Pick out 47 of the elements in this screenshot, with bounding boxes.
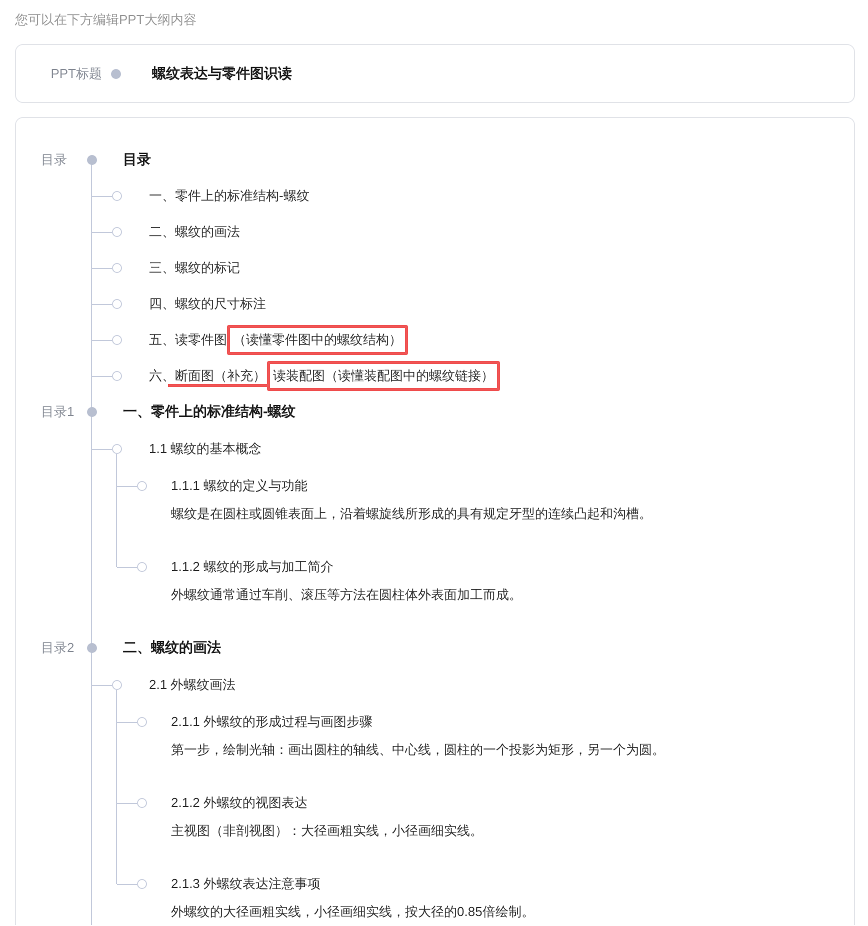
node-circle xyxy=(112,191,122,201)
outline-item: 一、零件上的标准结构-螺纹 xyxy=(149,187,310,205)
outline-item: 三、螺纹的标记 xyxy=(149,259,240,277)
outline-item: 六、 xyxy=(149,367,175,385)
outline-item: 五、读零件图 xyxy=(149,331,227,349)
item-description: 主视图（非剖视图）：大径画粗实线，小径画细实线。 xyxy=(171,822,484,840)
struck-text: 断面图（补充） xyxy=(175,368,266,383)
item-description: 第一步，绘制光轴：画出圆柱的轴线、中心线，圆柱的一个投影为矩形，另一个为圆。 xyxy=(171,741,666,759)
timeline-dot xyxy=(87,155,97,165)
node-circle xyxy=(112,227,122,237)
outline-item: 1.1.2 螺纹的形成与加工简介 xyxy=(171,558,334,576)
outline-item: 1.1 螺纹的基本概念 xyxy=(149,440,262,458)
section-label: 目录2 xyxy=(41,639,76,657)
title-label: PPT标题 xyxy=(50,64,102,82)
item-description: 外螺纹通常通过车削、滚压等方法在圆柱体外表面加工而成。 xyxy=(171,586,523,604)
item-description: 外螺纹的大径画粗实线，小径画细实线，按大径的0.85倍绘制。 xyxy=(171,903,536,921)
item-description: 螺纹是在圆柱或圆锥表面上，沿着螺旋线所形成的具有规定牙型的连续凸起和沟槽。 xyxy=(171,505,653,523)
node-circle xyxy=(137,879,147,889)
section-label: 目录 xyxy=(41,151,68,169)
node-circle xyxy=(112,299,122,309)
title-text: 螺纹表达与零件图识读 xyxy=(152,64,292,82)
outline-item: 1.1.1 螺纹的定义与功能 xyxy=(171,477,308,495)
node-circle xyxy=(112,444,122,454)
timeline-dot xyxy=(87,407,97,417)
node-circle xyxy=(112,371,122,381)
outline-item: 四、螺纹的尺寸标注 xyxy=(149,295,266,313)
hint-text: 您可以在下方编辑PPT大纲内容 xyxy=(15,11,198,29)
outline-item: 2.1.1 外螺纹的形成过程与画图步骤 xyxy=(171,713,373,731)
timeline-dot xyxy=(111,68,121,78)
node-circle xyxy=(112,335,122,345)
node-circle xyxy=(137,562,147,572)
outline-item: 2.1.3 外螺纹表达注意事项 xyxy=(171,875,321,893)
node-circle xyxy=(137,717,147,727)
timeline-dot xyxy=(87,643,97,653)
marked-text: （读懂零件图中的螺纹结构） xyxy=(227,325,408,355)
section-heading: 二、螺纹的画法 xyxy=(123,639,221,657)
section-heading: 目录 xyxy=(123,151,151,169)
node-circle xyxy=(137,481,147,491)
node-circle xyxy=(112,680,122,690)
section-heading: 一、零件上的标准结构-螺纹 xyxy=(123,403,296,421)
outline-item: 2.1.2 外螺纹的视图表达 xyxy=(171,794,308,812)
marked-text: 读装配图（读懂装配图中的螺纹链接） xyxy=(267,361,500,391)
outline-item: 二、螺纹的画法 xyxy=(149,223,240,241)
node-circle xyxy=(112,263,122,273)
section-label: 目录1 xyxy=(41,403,76,421)
outline-item: 2.1 外螺纹画法 xyxy=(149,676,236,694)
node-circle xyxy=(137,798,147,808)
